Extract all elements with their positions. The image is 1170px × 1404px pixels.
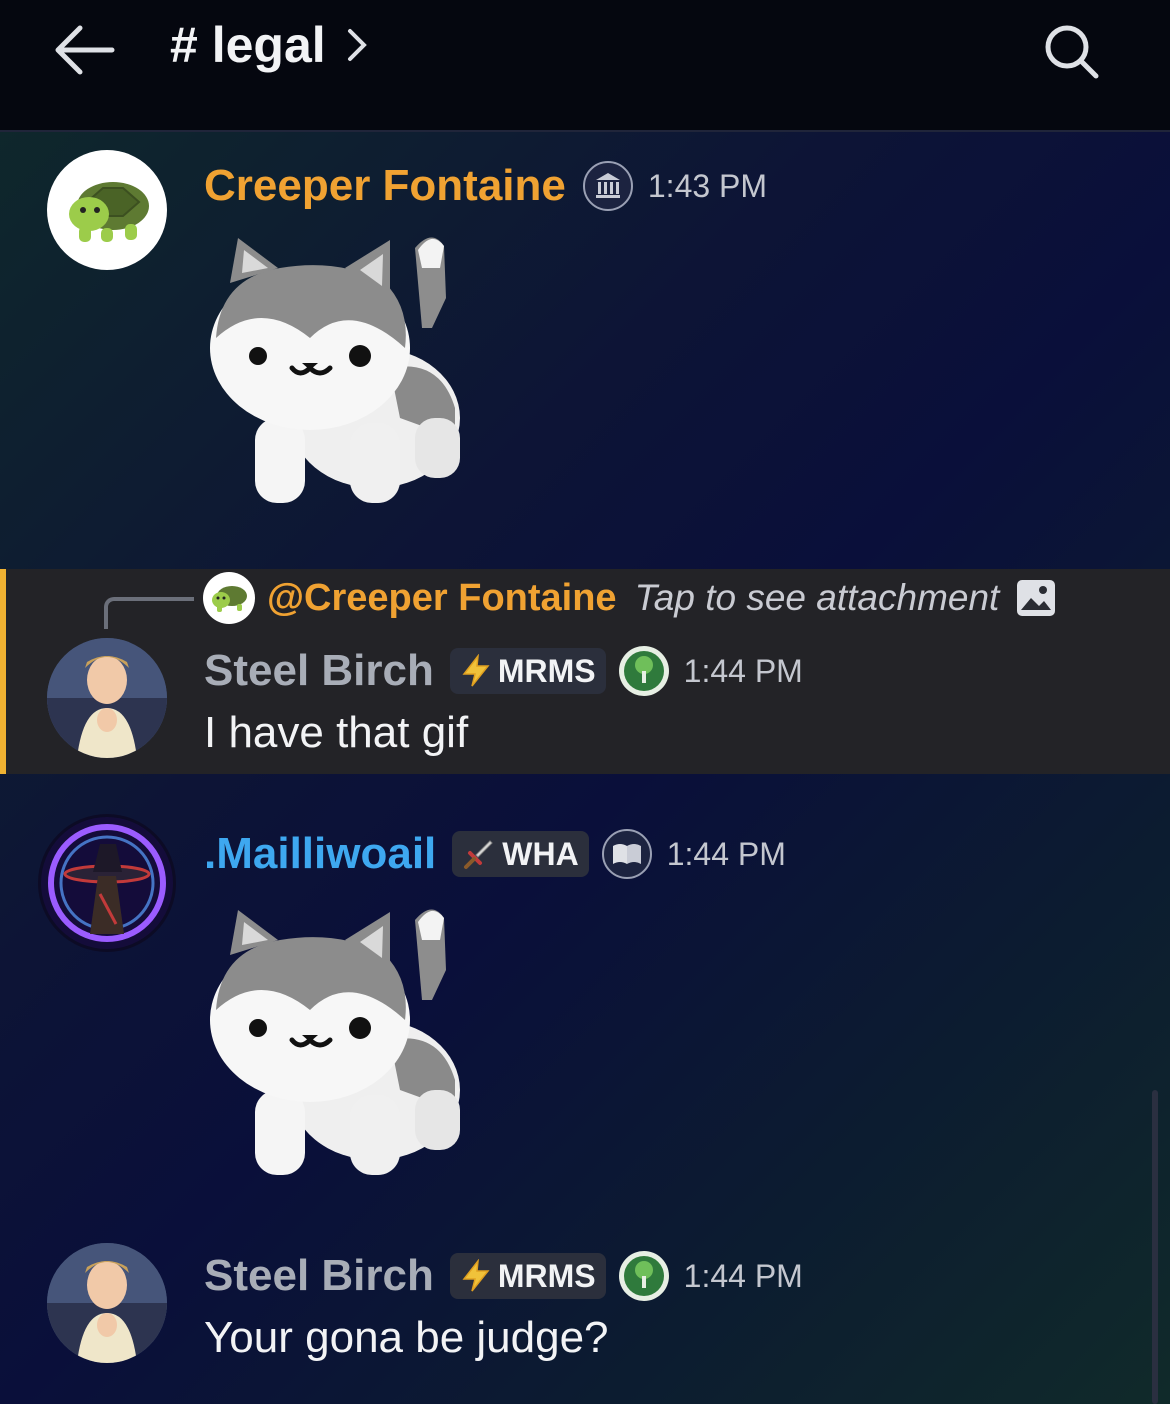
channel-name: # legal [170,17,326,73]
author-name[interactable]: Creeper Fontaine [204,161,566,211]
reply-preview[interactable]: Tap to see attachment [635,577,1000,619]
tree-emblem-icon [618,646,669,696]
lightning-icon [462,1259,490,1292]
role-tag[interactable]: MRMS [449,1253,606,1299]
image-icon [1017,580,1056,616]
timestamp: 1:43 PM [647,167,768,204]
message[interactable]: .Mailliwoail WHA 1:44 PM [0,810,1170,1210]
message[interactable]: Steel Birch MRMS 1:44 PM Your gona be ju… [0,1235,1170,1395]
role-tag[interactable]: WHA [452,831,589,877]
chevron-right-icon [347,29,367,61]
back-arrow-icon[interactable] [50,22,120,78]
author-name[interactable]: Steel Birch [204,1251,434,1301]
avatar[interactable] [47,1243,167,1363]
turtle-avatar-icon [212,586,247,612]
channel-header: # legal [0,0,1170,132]
timestamp: 1:44 PM [666,835,786,872]
message-text: I have that gif [204,708,469,757]
reply-avatar [203,572,255,624]
reply-reference[interactable]: @Creeper Fontaine Tap to see attachment [203,572,1057,624]
avatar[interactable] [38,814,176,952]
person-avatar-icon [47,1243,167,1363]
cat-gif-attachment[interactable] [200,900,480,1190]
wizard-avatar-icon [41,817,173,949]
tree-emblem-icon [618,1251,669,1301]
author-name[interactable]: Steel Birch [204,646,434,696]
turtle-avatar-icon [69,182,149,242]
role-tag-label: WHA [502,835,579,872]
role-tag-label: MRMS [497,1257,596,1294]
role-tag[interactable]: MRMS [449,648,606,694]
scrollbar[interactable] [1152,1090,1158,1404]
channel-title[interactable]: # legal [170,16,372,74]
person-avatar-icon [47,638,167,758]
lightning-icon [462,654,490,687]
timestamp: 1:44 PM [683,1257,803,1294]
avatar[interactable] [47,150,167,270]
reply-connector [104,597,194,629]
cat-gif-attachment[interactable] [200,228,480,518]
message-text: Your gona be judge? [204,1313,609,1362]
sword-icon [464,840,493,869]
search-icon[interactable] [1040,20,1104,84]
author-name[interactable]: .Mailliwoail [204,829,436,879]
message[interactable]: Steel Birch MRMS 1:44 PM I have that gif [0,630,1170,770]
message[interactable]: Creeper Fontaine 1:43 PM [0,140,1170,560]
book-emblem-icon [601,829,652,879]
avatar[interactable] [47,638,167,758]
reply-author[interactable]: @Creeper Fontaine [267,577,617,620]
government-building-icon [582,161,633,211]
role-tag-label: MRMS [497,652,596,689]
timestamp: 1:44 PM [683,652,803,689]
